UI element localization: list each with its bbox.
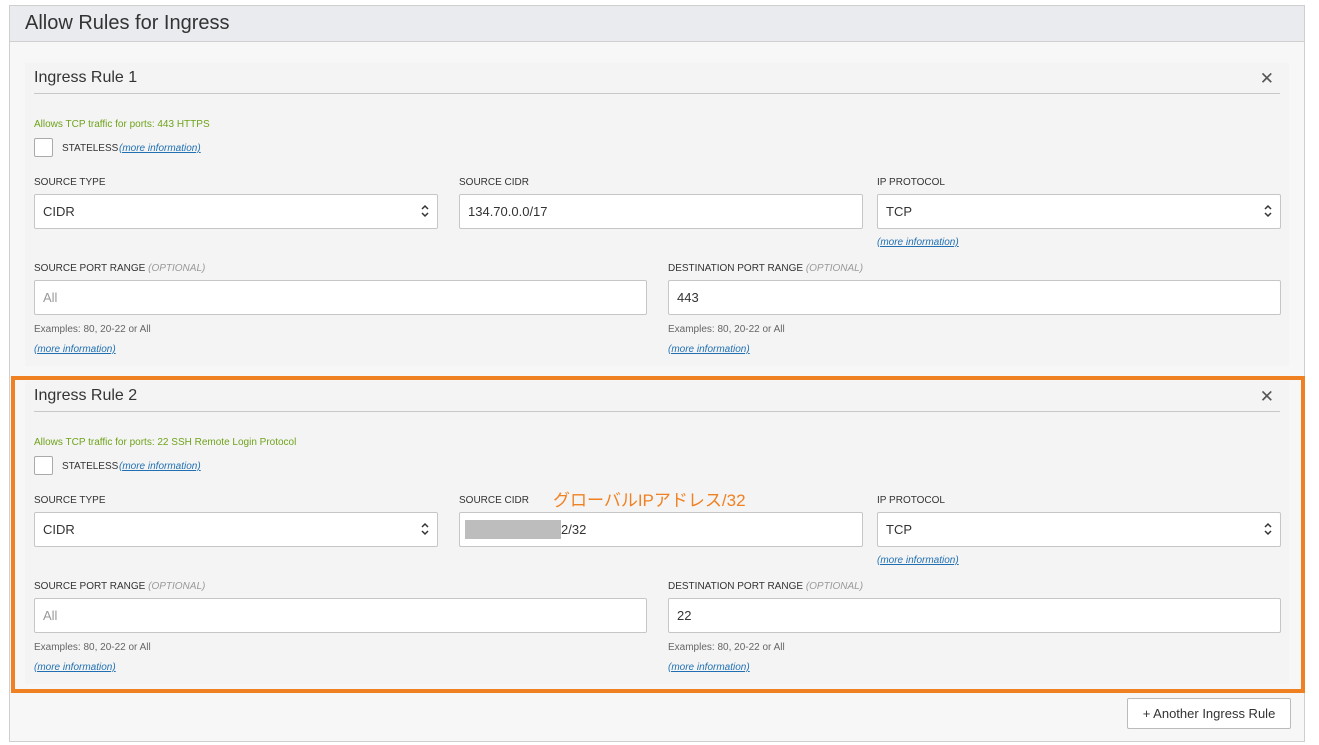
rule-description: Allows TCP traffic for ports: 443 HTTPS — [34, 119, 210, 130]
source-cidr-input[interactable]: 2/32 — [459, 512, 863, 547]
panel-title: Allow Rules for Ingress — [25, 12, 230, 34]
redaction-mask — [465, 520, 561, 539]
divider — [34, 411, 1280, 412]
dest-port-input[interactable]: 22 — [668, 598, 1281, 633]
dest-port-value: 443 — [677, 290, 699, 305]
ip-protocol-label: IP PROTOCOL — [877, 177, 945, 188]
source-cidr-input[interactable]: 134.70.0.0/17 — [459, 194, 863, 229]
source-cidr-label: SOURCE CIDR — [459, 177, 530, 188]
stateless-checkbox[interactable] — [34, 138, 53, 157]
source-type-value: CIDR — [43, 204, 75, 219]
source-port-label: SOURCE PORT RANGE (OPTIONAL) — [34, 263, 206, 274]
rule-description: Allows TCP traffic for ports: 22 SSH Rem… — [34, 437, 297, 448]
source-port-more-info-link[interactable]: (more information) — [34, 344, 116, 355]
dest-port-label: DESTINATION PORT RANGE (OPTIONAL) — [668, 581, 864, 592]
dest-port-input[interactable]: 443 — [668, 280, 1281, 315]
source-type-value: CIDR — [43, 522, 75, 537]
ip-protocol-select[interactable]: TCP — [877, 194, 1281, 229]
dest-port-more-info-link[interactable]: (more information) — [668, 344, 750, 355]
stateless-label: STATELESS — [62, 143, 119, 154]
source-port-label: SOURCE PORT RANGE (OPTIONAL) — [34, 581, 206, 592]
dest-port-value: 22 — [677, 608, 692, 623]
annotation-label: グローバルIPアドレス/32 — [553, 491, 746, 510]
chevron-updown-icon — [421, 204, 429, 218]
dest-port-more-info-link[interactable]: (more information) — [668, 662, 750, 673]
stateless-checkbox[interactable] — [34, 456, 53, 475]
add-ingress-rule-button[interactable]: + Another Ingress Rule — [1127, 698, 1291, 729]
source-port-more-info-link[interactable]: (more information) — [34, 662, 116, 673]
source-cidr-label: SOURCE CIDR — [459, 495, 530, 506]
source-type-select[interactable]: CIDR — [34, 194, 438, 229]
ip-protocol-value: TCP — [886, 204, 912, 219]
ingress-rule-2: Ingress Rule 2 ✕ Allows TCP traffic for … — [25, 381, 1289, 684]
close-icon[interactable]: ✕ — [1260, 69, 1274, 89]
ip-protocol-more-info-link[interactable]: (more information) — [877, 555, 959, 566]
stateless-label: STATELESS — [62, 461, 119, 472]
source-port-placeholder: All — [43, 290, 58, 305]
source-cidr-value: 134.70.0.0/17 — [468, 204, 548, 219]
chevron-updown-icon — [421, 522, 429, 536]
source-port-examples: Examples: 80, 20-22 or All — [34, 642, 151, 653]
divider — [34, 93, 1280, 94]
ip-protocol-select[interactable]: TCP — [877, 512, 1281, 547]
panel-header: Allow Rules for Ingress — [10, 6, 1304, 42]
source-type-label: SOURCE TYPE — [34, 495, 106, 506]
chevron-updown-icon — [1264, 204, 1272, 218]
source-port-input[interactable]: All — [34, 280, 647, 315]
source-cidr-value: 2/32 — [561, 522, 587, 537]
chevron-updown-icon — [1264, 522, 1272, 536]
rule-title: Ingress Rule 2 — [34, 387, 138, 404]
stateless-more-info-link[interactable]: (more information) — [119, 143, 201, 154]
dest-port-label: DESTINATION PORT RANGE (OPTIONAL) — [668, 263, 864, 274]
rule-title: Ingress Rule 1 — [34, 69, 138, 86]
source-port-input[interactable]: All — [34, 598, 647, 633]
ip-protocol-more-info-link[interactable]: (more information) — [877, 237, 959, 248]
source-port-placeholder: All — [43, 608, 58, 623]
ip-protocol-value: TCP — [886, 522, 912, 537]
stateless-more-info-link[interactable]: (more information) — [119, 461, 201, 472]
dest-port-examples: Examples: 80, 20-22 or All — [668, 324, 785, 335]
ingress-rule-1: Ingress Rule 1 ✕ Allows TCP traffic for … — [25, 63, 1289, 366]
source-type-select[interactable]: CIDR — [34, 512, 438, 547]
source-port-examples: Examples: 80, 20-22 or All — [34, 324, 151, 335]
dest-port-examples: Examples: 80, 20-22 or All — [668, 642, 785, 653]
ip-protocol-label: IP PROTOCOL — [877, 495, 945, 506]
source-type-label: SOURCE TYPE — [34, 177, 106, 188]
close-icon[interactable]: ✕ — [1260, 387, 1274, 407]
